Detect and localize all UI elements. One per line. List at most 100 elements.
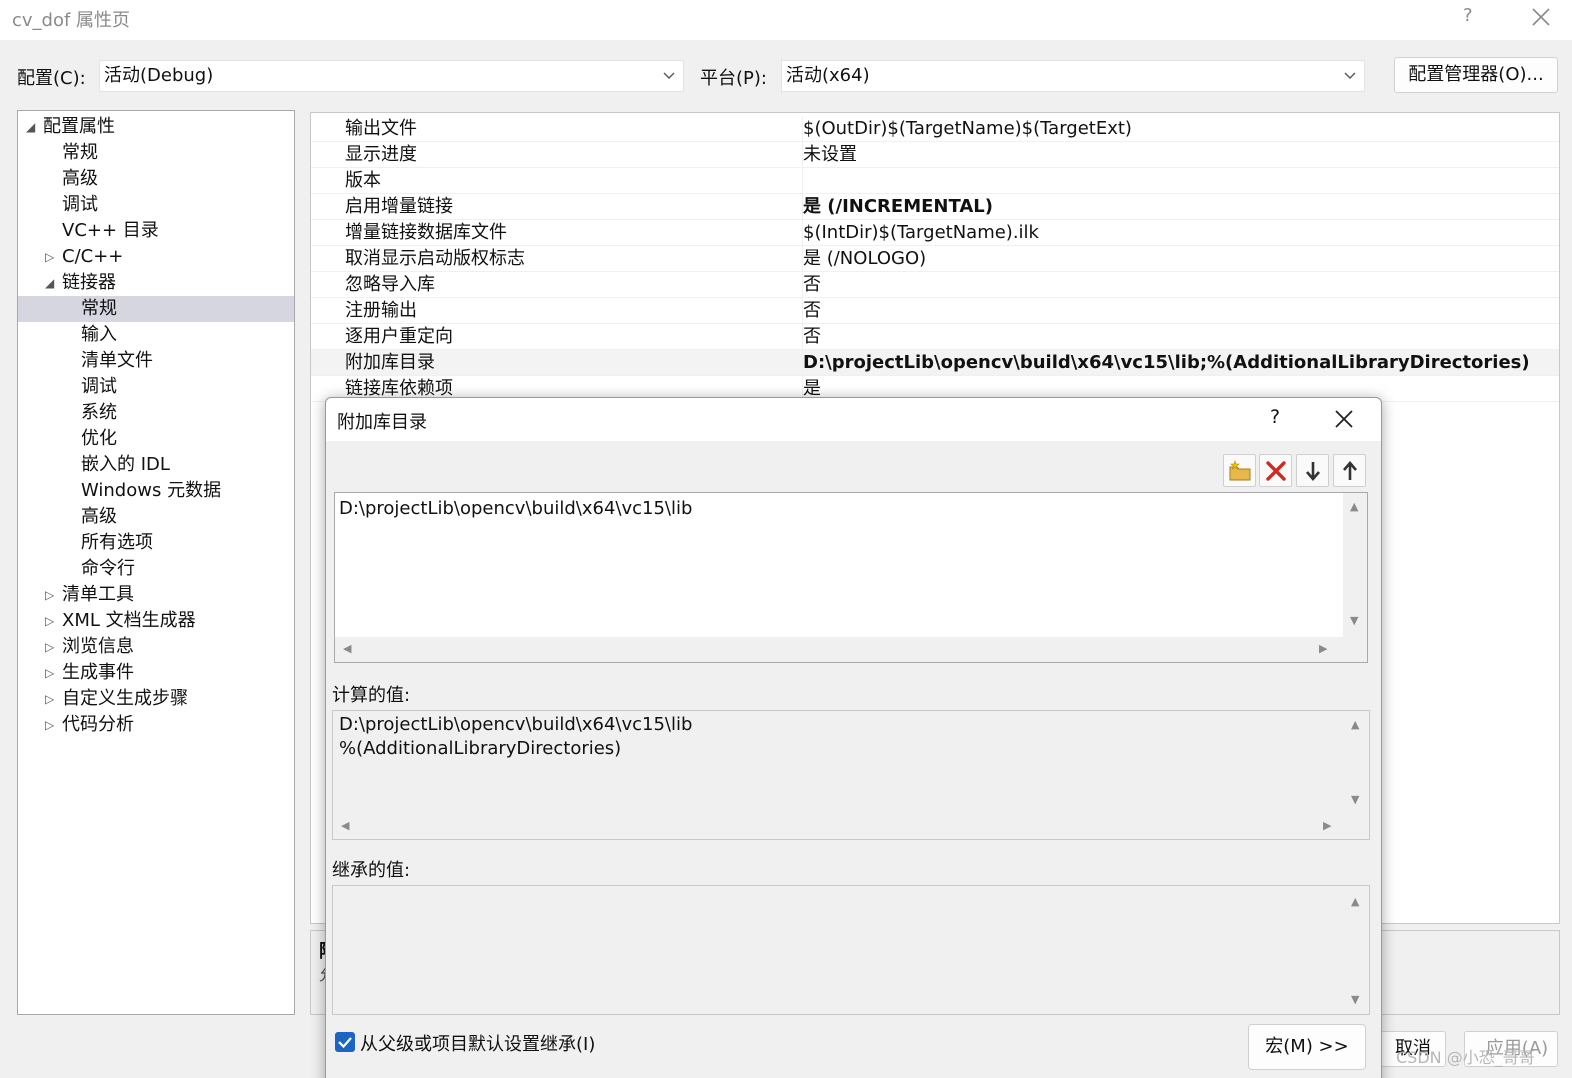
- tree-item-linker-advanced[interactable]: 高级: [18, 504, 294, 530]
- scroll-right-icon[interactable]: ▶: [1323, 820, 1331, 832]
- property-row[interactable]: 注册输出 否: [311, 298, 1559, 324]
- tree-item-label: C/C++: [62, 246, 124, 267]
- property-row-selected[interactable]: 附加库目录 D:\projectLib\opencv\build\x64\vc15…: [311, 350, 1559, 376]
- platform-value: 活动(x64): [786, 65, 870, 86]
- tree-item-linker-system[interactable]: 系统: [18, 400, 294, 426]
- tree-item-build-events[interactable]: ▷ 生成事件: [18, 660, 294, 686]
- tree-item-debugging[interactable]: 调试: [18, 192, 294, 218]
- watermark: CSDN @小恐_哥哥: [1396, 1048, 1535, 1067]
- expand-icon[interactable]: ▷: [45, 634, 59, 660]
- directories-editor-text[interactable]: D:\projectLib\opencv\build\x64\vc15\lib: [339, 497, 692, 521]
- tree-item-c-cpp[interactable]: ▷ C/C++: [18, 244, 294, 270]
- property-value[interactable]: 是 (/INCREMENTAL): [802, 194, 993, 220]
- vertical-scrollbar[interactable]: ▲ ▼: [1343, 493, 1367, 637]
- dialog-help-button[interactable]: ?: [1270, 406, 1280, 428]
- macros-button[interactable]: 宏(M) >>: [1248, 1024, 1366, 1070]
- tree-item-linker-manifest[interactable]: 清单文件: [18, 348, 294, 374]
- property-row[interactable]: 逐用户重定向 否: [311, 324, 1559, 350]
- tree-item-config-properties[interactable]: ◢ 配置属性: [18, 114, 294, 140]
- tree-item-label: 优化: [81, 428, 117, 449]
- property-value[interactable]: 否: [802, 298, 821, 324]
- expand-icon[interactable]: ▷: [45, 660, 59, 686]
- expand-icon[interactable]: ▷: [45, 712, 59, 738]
- new-line-button[interactable]: [1223, 454, 1256, 487]
- property-name: 附加库目录: [345, 352, 435, 373]
- vertical-scrollbar[interactable]: ▲ ▼: [1343, 711, 1369, 815]
- move-down-button[interactable]: [1296, 454, 1329, 487]
- config-combo[interactable]: 活动(Debug): [99, 60, 684, 92]
- expand-icon[interactable]: ◢: [45, 270, 59, 296]
- tree-item-vc-directories[interactable]: VC++ 目录: [18, 218, 294, 244]
- tree-item-label: Windows 元数据: [81, 480, 222, 501]
- tree-item-linker-general[interactable]: 常规: [18, 296, 294, 322]
- move-up-button[interactable]: [1333, 454, 1366, 487]
- tree-item-linker-input[interactable]: 输入: [18, 322, 294, 348]
- inherit-checkbox-label[interactable]: 从父级或项目默认设置继承(I): [360, 1030, 595, 1056]
- scroll-down-icon[interactable]: ▼: [1350, 615, 1358, 627]
- property-value[interactable]: 未设置: [802, 142, 857, 168]
- delete-line-button[interactable]: [1259, 454, 1292, 487]
- tree-item-label: 配置属性: [43, 116, 115, 137]
- tree-item-label: 浏览信息: [62, 636, 134, 657]
- property-value[interactable]: [802, 168, 803, 194]
- property-row[interactable]: 取消显示启动版权标志 是 (/NOLOGO): [311, 246, 1559, 272]
- computed-value-line: D:\projectLib\opencv\build\x64\vc15\lib: [339, 714, 693, 735]
- tree-item-code-analysis[interactable]: ▷ 代码分析: [18, 712, 294, 738]
- vertical-scrollbar[interactable]: ▲ ▼: [1343, 886, 1369, 1014]
- directories-editor[interactable]: D:\projectLib\opencv\build\x64\vc15\lib …: [334, 492, 1368, 663]
- expand-icon[interactable]: ▷: [45, 582, 59, 608]
- scroll-up-icon[interactable]: ▲: [1351, 719, 1359, 731]
- dialog-close-button[interactable]: [1330, 405, 1358, 433]
- property-row[interactable]: 启用增量链接 是 (/INCREMENTAL): [311, 194, 1559, 220]
- property-value[interactable]: 是 (/NOLOGO): [802, 246, 926, 272]
- tree-item-advanced[interactable]: 高级: [18, 166, 294, 192]
- scroll-up-icon[interactable]: ▲: [1350, 501, 1358, 513]
- platform-combo[interactable]: 活动(x64): [781, 60, 1365, 92]
- close-button[interactable]: [1526, 2, 1556, 34]
- scroll-left-icon[interactable]: ◀: [343, 643, 351, 655]
- tree-item-browse-info[interactable]: ▷ 浏览信息: [18, 634, 294, 660]
- tree-item-label: 所有选项: [81, 532, 153, 553]
- scroll-down-icon[interactable]: ▼: [1351, 794, 1359, 806]
- property-row[interactable]: 忽略导入库 否: [311, 272, 1559, 298]
- tree-item-linker-embedded-idl[interactable]: 嵌入的 IDL: [18, 452, 294, 478]
- tree-item-linker-command-line[interactable]: 命令行: [18, 556, 294, 582]
- tree-item-label: 代码分析: [62, 714, 134, 735]
- scroll-left-icon[interactable]: ◀: [341, 820, 349, 832]
- tree-item-label: 链接器: [62, 272, 116, 293]
- horizontal-scrollbar[interactable]: ◀ ▶: [333, 814, 1369, 839]
- property-row[interactable]: 输出文件 $(OutDir)$(TargetName)$(TargetExt): [311, 116, 1559, 142]
- inherited-values-label: 继承的值:: [332, 860, 411, 881]
- new-folder-icon: [1229, 460, 1251, 481]
- tree-item-linker-optimization[interactable]: 优化: [18, 426, 294, 452]
- property-value[interactable]: $(OutDir)$(TargetName)$(TargetExt): [802, 116, 1132, 142]
- property-value[interactable]: 否: [802, 272, 821, 298]
- horizontal-scrollbar[interactable]: ◀ ▶: [335, 637, 1367, 662]
- property-row[interactable]: 增量链接数据库文件 $(IntDir)$(TargetName).ilk: [311, 220, 1559, 246]
- scroll-up-icon[interactable]: ▲: [1351, 896, 1359, 908]
- tree-item-linker-debugging[interactable]: 调试: [18, 374, 294, 400]
- property-row[interactable]: 显示进度 未设置: [311, 142, 1559, 168]
- property-value[interactable]: $(IntDir)$(TargetName).ilk: [802, 220, 1039, 246]
- expand-icon[interactable]: ▷: [45, 686, 59, 712]
- tree-item-xml-doc-generator[interactable]: ▷ XML 文档生成器: [18, 608, 294, 634]
- expand-icon[interactable]: ◢: [26, 114, 40, 140]
- tree-item-linker-all-options[interactable]: 所有选项: [18, 530, 294, 556]
- property-value[interactable]: 否: [802, 324, 821, 350]
- scroll-down-icon[interactable]: ▼: [1351, 994, 1359, 1006]
- property-name: 增量链接数据库文件: [345, 222, 507, 243]
- property-row[interactable]: 版本: [311, 168, 1559, 194]
- property-name: 输出文件: [345, 118, 417, 139]
- tree-item-general[interactable]: 常规: [18, 140, 294, 166]
- tree-item-linker[interactable]: ◢ 链接器: [18, 270, 294, 296]
- expand-icon[interactable]: ▷: [45, 608, 59, 634]
- inherit-checkbox[interactable]: [335, 1032, 355, 1052]
- config-manager-button[interactable]: 配置管理器(O)...: [1394, 57, 1558, 93]
- tree-item-manifest-tool[interactable]: ▷ 清单工具: [18, 582, 294, 608]
- tree-item-custom-build-step[interactable]: ▷ 自定义生成步骤: [18, 686, 294, 712]
- expand-icon[interactable]: ▷: [45, 244, 59, 270]
- property-value[interactable]: D:\projectLib\opencv\build\x64\vc15\lib;…: [802, 350, 1530, 376]
- scroll-right-icon[interactable]: ▶: [1319, 643, 1327, 655]
- help-button[interactable]: ?: [1463, 5, 1473, 26]
- tree-item-linker-windows-metadata[interactable]: Windows 元数据: [18, 478, 294, 504]
